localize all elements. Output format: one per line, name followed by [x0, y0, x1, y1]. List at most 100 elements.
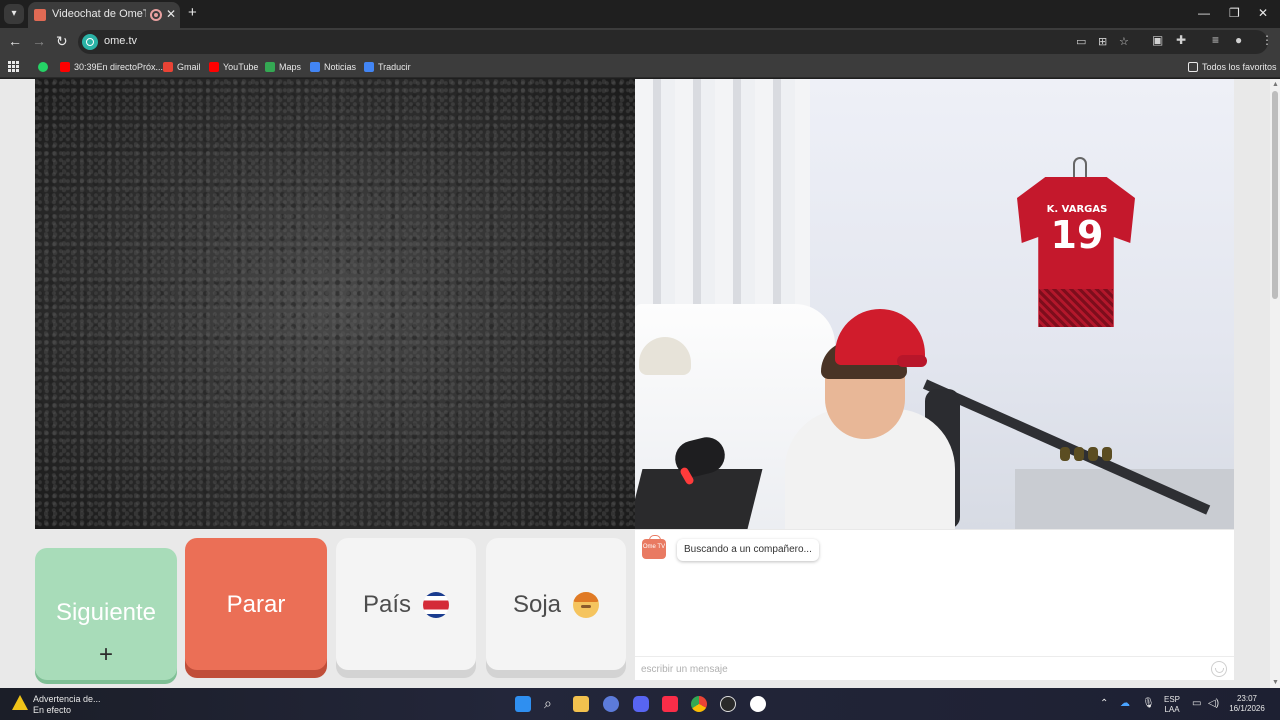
language-indicator[interactable]: ESP LAA — [1160, 695, 1184, 715]
whatsapp-bookmark[interactable] — [38, 60, 48, 74]
weather-widget[interactable]: Advertencia de... En efecto — [33, 694, 101, 716]
bookmark-label: 30:39En directoPróx... — [74, 62, 164, 72]
bookmark-maps[interactable]: Maps — [265, 60, 301, 74]
file-explorer-icon[interactable] — [573, 696, 589, 712]
stop-button-label: Parar — [226, 591, 286, 618]
network-icon[interactable]: ▭ — [1192, 698, 1201, 709]
bookmark-label: Maps — [279, 62, 302, 72]
whatsapp-icon — [38, 62, 48, 72]
settings-gear-icon[interactable] — [603, 696, 619, 712]
youtube-icon — [209, 62, 219, 72]
youtube-icon — [60, 62, 70, 72]
plus-icon: + — [98, 641, 113, 668]
all-bookmarks-folder[interactable]: Todos los favoritos — [1188, 60, 1277, 74]
folder-icon — [1188, 62, 1198, 72]
warning-title: Advertencia de... — [33, 694, 101, 704]
country-filter-button[interactable]: País — [336, 538, 476, 670]
jersey-pattern — [1039, 289, 1113, 327]
bookmarks-bar: 30:39En directoPróx... Gmail YouTube Map… — [0, 56, 1280, 78]
hanger — [1073, 157, 1087, 179]
bookmark-gmail[interactable]: Gmail — [163, 60, 201, 74]
lang-top: ESP — [1163, 695, 1180, 704]
discord-icon[interactable] — [633, 696, 649, 712]
red-cap-brim — [897, 355, 927, 367]
bookmark-news[interactable]: Noticias — [310, 60, 356, 74]
bookmark-label: Noticias — [324, 62, 357, 72]
volume-icon[interactable]: ◁) — [1208, 698, 1219, 709]
jersey-number: 19 — [1050, 213, 1104, 257]
curtain — [635, 79, 810, 329]
bookmark-star-icon[interactable]: ☆ — [1119, 35, 1129, 48]
minimize-icon[interactable]: — — [1198, 6, 1210, 20]
browser-toolbar: ← → ↻ ome.tv ▭ ⊞ ☆ ▣ ✚ ≡ ● ⋮ — [0, 28, 1280, 56]
microphone-icon[interactable]: 🎙 — [1142, 698, 1155, 709]
news-icon — [310, 62, 320, 72]
address-bar[interactable]: ome.tv ▭ ⊞ ☆ — [78, 30, 1268, 54]
forward-icon[interactable]: → — [32, 33, 46, 49]
cast-icon[interactable]: ▭ — [1076, 35, 1086, 48]
media-player-icon[interactable] — [750, 696, 766, 712]
extension-icon[interactable]: ▣ — [1152, 33, 1163, 47]
stop-button[interactable]: Parar — [185, 538, 327, 670]
chat-input-row — [635, 656, 1234, 680]
clock-date: 16/1/2026 — [1229, 704, 1265, 713]
tab-search-button[interactable]: ▾ — [4, 4, 24, 24]
back-icon[interactable]: ← — [8, 33, 22, 49]
ometv-favicon-icon — [34, 9, 46, 21]
profile-avatar[interactable]: ● — [1235, 33, 1242, 47]
maps-icon — [265, 62, 275, 72]
boy-emoji-icon — [573, 592, 600, 618]
next-button[interactable]: Siguiente + — [35, 548, 177, 680]
close-tab-icon[interactable]: ✕ — [166, 7, 176, 21]
warning-icon[interactable] — [12, 695, 28, 710]
message-input[interactable] — [641, 661, 1191, 677]
start-windows-icon[interactable] — [515, 696, 531, 712]
chat-panel: Ome TV Buscando a un compañero... — [635, 530, 1234, 680]
bookmark-translate[interactable]: Traducir — [364, 60, 411, 74]
steam-like-icon[interactable] — [720, 696, 736, 712]
gmail-icon — [163, 62, 173, 72]
gender-filter-button[interactable]: Soja — [486, 538, 626, 670]
translate-page-icon[interactable]: ⊞ — [1098, 35, 1107, 48]
scroll-down-icon[interactable]: ▼ — [1272, 679, 1279, 686]
media-control-icon[interactable]: ≡ — [1212, 33, 1219, 47]
partner-video-static — [35, 79, 635, 529]
costa-rica-flag-icon — [423, 592, 450, 618]
toy-figures — [1060, 447, 1118, 465]
clock[interactable]: 23:07 16/1/2026 — [1222, 694, 1272, 714]
restore-icon[interactable]: ❐ — [1229, 6, 1240, 20]
music-app-icon[interactable] — [662, 696, 678, 712]
gender-label: Soja — [512, 591, 562, 618]
active-tab[interactable]: Videochat de OmeTV: uno ✕ — [28, 2, 180, 28]
bookmark-label: YouTube — [223, 62, 259, 72]
scroll-up-icon[interactable]: ▲ — [1272, 81, 1279, 88]
translate-icon — [364, 62, 374, 72]
chrome-icon[interactable] — [691, 696, 707, 712]
extensions-puzzle-icon[interactable]: ✚ — [1176, 33, 1186, 47]
reload-icon[interactable]: ↻ — [56, 33, 68, 49]
scroll-thumb[interactable] — [1272, 91, 1278, 299]
apps-grid-icon[interactable] — [8, 61, 19, 72]
new-tab-button[interactable]: + — [188, 5, 197, 21]
lang-bottom: LAA — [1164, 705, 1180, 714]
url-text[interactable]: ome.tv — [104, 35, 137, 47]
menu-kebab-icon[interactable]: ⋮ — [1261, 33, 1273, 47]
bookmark-youtube[interactable]: YouTube — [209, 60, 258, 74]
emoji-picker-icon[interactable] — [1211, 661, 1227, 677]
onedrive-icon[interactable]: ☁ — [1120, 698, 1130, 709]
search-icon[interactable]: ⌕ — [544, 695, 552, 712]
clock-time: 23:07 — [1236, 694, 1258, 703]
tab-title: Videochat de OmeTV: uno — [52, 8, 146, 20]
country-label: País — [362, 591, 412, 618]
recording-indicator-icon — [150, 9, 162, 21]
bookmark-live[interactable]: 30:39En directoPróx... — [60, 60, 163, 74]
jersey-print: K. VARGAS 19 — [1035, 204, 1119, 255]
site-info-icon[interactable] — [82, 34, 98, 50]
page-scrollbar[interactable]: ▲ ▼ — [1270, 79, 1280, 688]
bookmark-label: Gmail — [177, 62, 201, 72]
status-message: Buscando a un compañero... — [677, 539, 819, 561]
show-hidden-icons-icon[interactable]: ⌃ — [1100, 698, 1108, 709]
close-window-icon[interactable]: ✕ — [1258, 6, 1268, 20]
windows-taskbar: Advertencia de... En efecto ⌕ ⌃ ☁ 🎙 ESP … — [0, 688, 1280, 720]
next-button-label: Siguiente — [55, 599, 157, 626]
